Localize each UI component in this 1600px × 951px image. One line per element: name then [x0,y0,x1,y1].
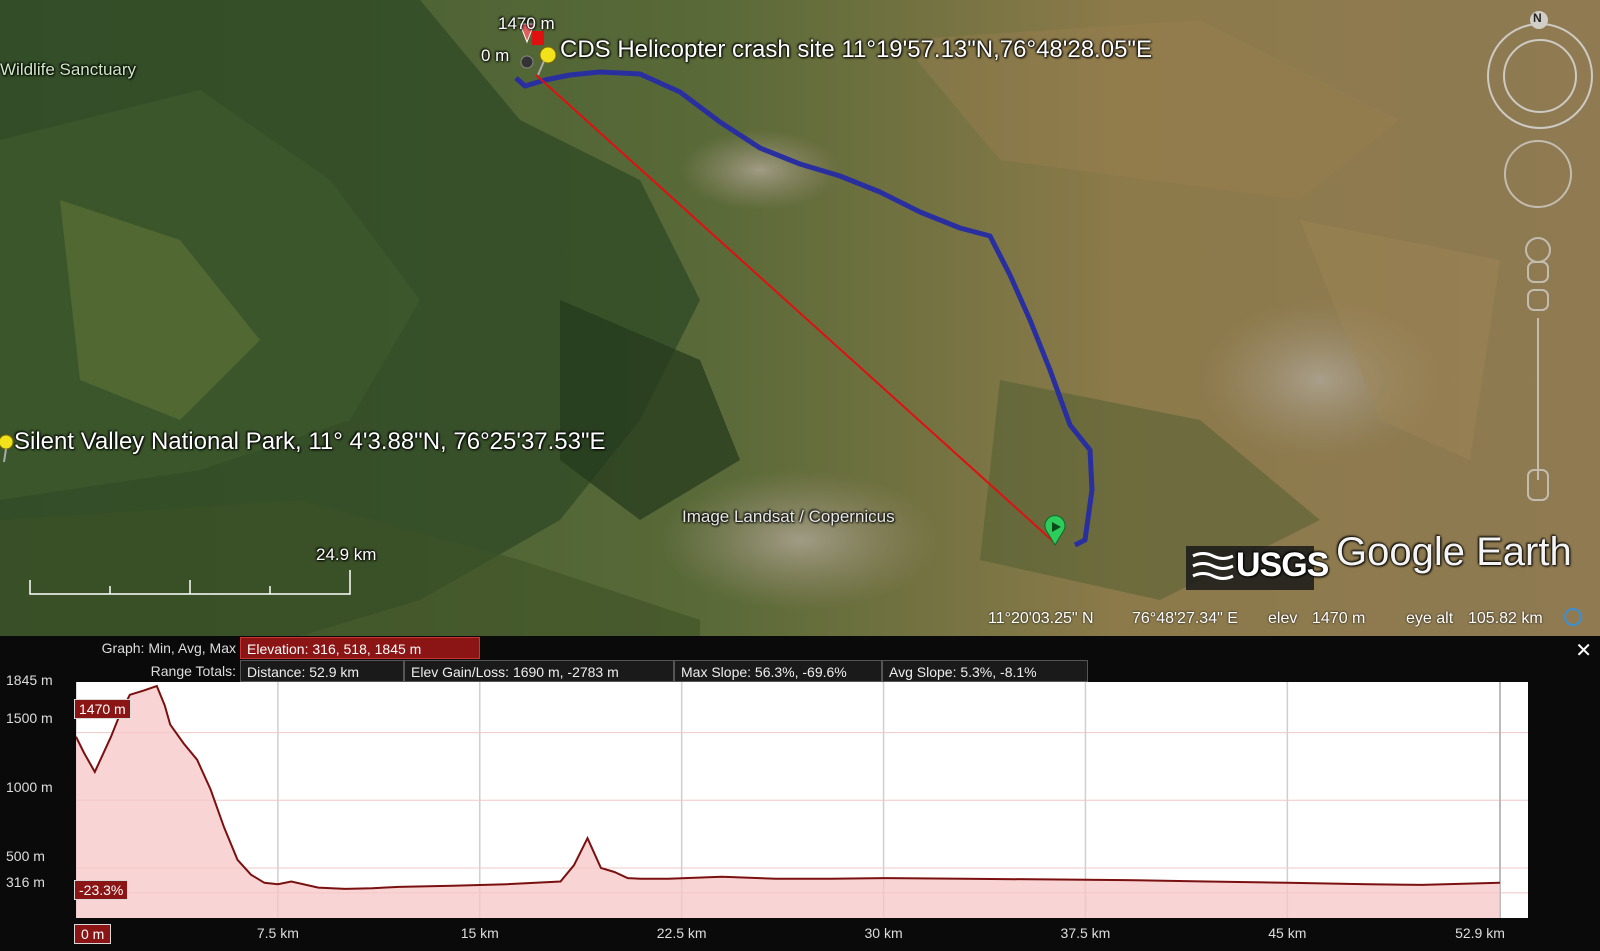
eye-alt-readout: 105.82 km [1468,610,1543,627]
silent-valley-placemark-icon[interactable] [0,434,14,463]
latitude-readout: 11°20'03.25" N [988,610,1094,627]
elev-readout: 1470 m [1312,610,1366,627]
elevation-line [76,684,1501,890]
crash-site-label[interactable]: CDS Helicopter crash site 11°19'57.13"N,… [560,36,1152,64]
scale-bar-label: 24.9 km [316,545,377,564]
y-tick-label: 316 m [6,874,45,890]
graph-label: Graph: Min, Avg, Max [101,640,236,656]
map-view[interactable]: Wildlife Sanctuary 1470 m 0 m CDS Helico… [0,0,1600,636]
avg-slope-stat: Avg Slope: 5.3%, -8.1% [882,660,1088,682]
y-tick-label: 1845 m [6,672,53,688]
x-tick-label: 7.5 km [256,925,299,941]
y-tick-label: 1500 m [6,710,53,726]
elev-label: elev [1268,610,1298,627]
gps-track [514,69,1095,548]
cursor-elevation-tag: 1470 m [74,699,131,719]
elevation-chart-svg [76,682,1528,918]
x-tick-label: 37.5 km [1060,925,1111,941]
start-flag-icon[interactable] [1044,515,1066,546]
distance-stat: Distance: 52.9 km [240,660,404,682]
zoom-slider[interactable] [1525,237,1551,501]
loading-icon [1564,608,1582,626]
scale-bar [29,570,351,595]
elev-gain-loss-stat: Elev Gain/Loss: 1690 m, -2783 m [404,660,674,682]
x-tick-label: 22.5 km [656,925,707,941]
ruler-line [535,74,1056,544]
x-tick-label: 30 km [864,925,903,941]
elevation-stats: Elevation: 316, 518, 1845 m [240,637,480,659]
eye-alt-label: eye alt [1406,610,1454,627]
x-tick-label: 52.9 km [1455,925,1505,941]
x-tick-label: 45 km [1268,925,1307,941]
elevation-chart[interactable] [76,682,1528,918]
longitude-readout: 76°48'27.34" E [1132,610,1238,627]
sanctuary-label: Wildlife Sanctuary [0,60,137,79]
cursor-distance-tag: 0 m [74,924,112,944]
start-distance-label: 0 m [481,46,510,65]
close-icon[interactable]: ✕ [1575,638,1592,663]
x-tick-label: 15 km [460,925,499,941]
elevation-profile-panel: Graph: Min, Avg, Max Elevation: 316, 518… [0,636,1600,951]
y-tick-label: 500 m [6,848,45,864]
google-earth-logo: Google Earth [1336,530,1572,574]
usgs-logo-text: USGS [1236,546,1329,584]
compass-control[interactable] [1487,11,1593,129]
start-elevation-label: 1470 m [498,14,555,33]
cursor-slope-tag: -23.3% [74,880,129,900]
crash-site-placemark-icon[interactable] [532,31,557,76]
y-tick-label: 1000 m [6,779,53,795]
imagery-credit: Image Landsat / Copernicus [682,507,895,526]
look-control[interactable] [1504,140,1572,208]
max-slope-stat: Max Slope: 56.3%, -69.6% [674,660,882,682]
compass-north-label: N [1533,11,1542,25]
status-bar: 11°20'03.25" N 76°48'27.34" E elev 1470 … [960,608,1600,632]
silent-valley-label[interactable]: Silent Valley National Park, 11° 4'3.88"… [14,428,606,456]
range-totals-label: Range Totals: [150,663,236,679]
